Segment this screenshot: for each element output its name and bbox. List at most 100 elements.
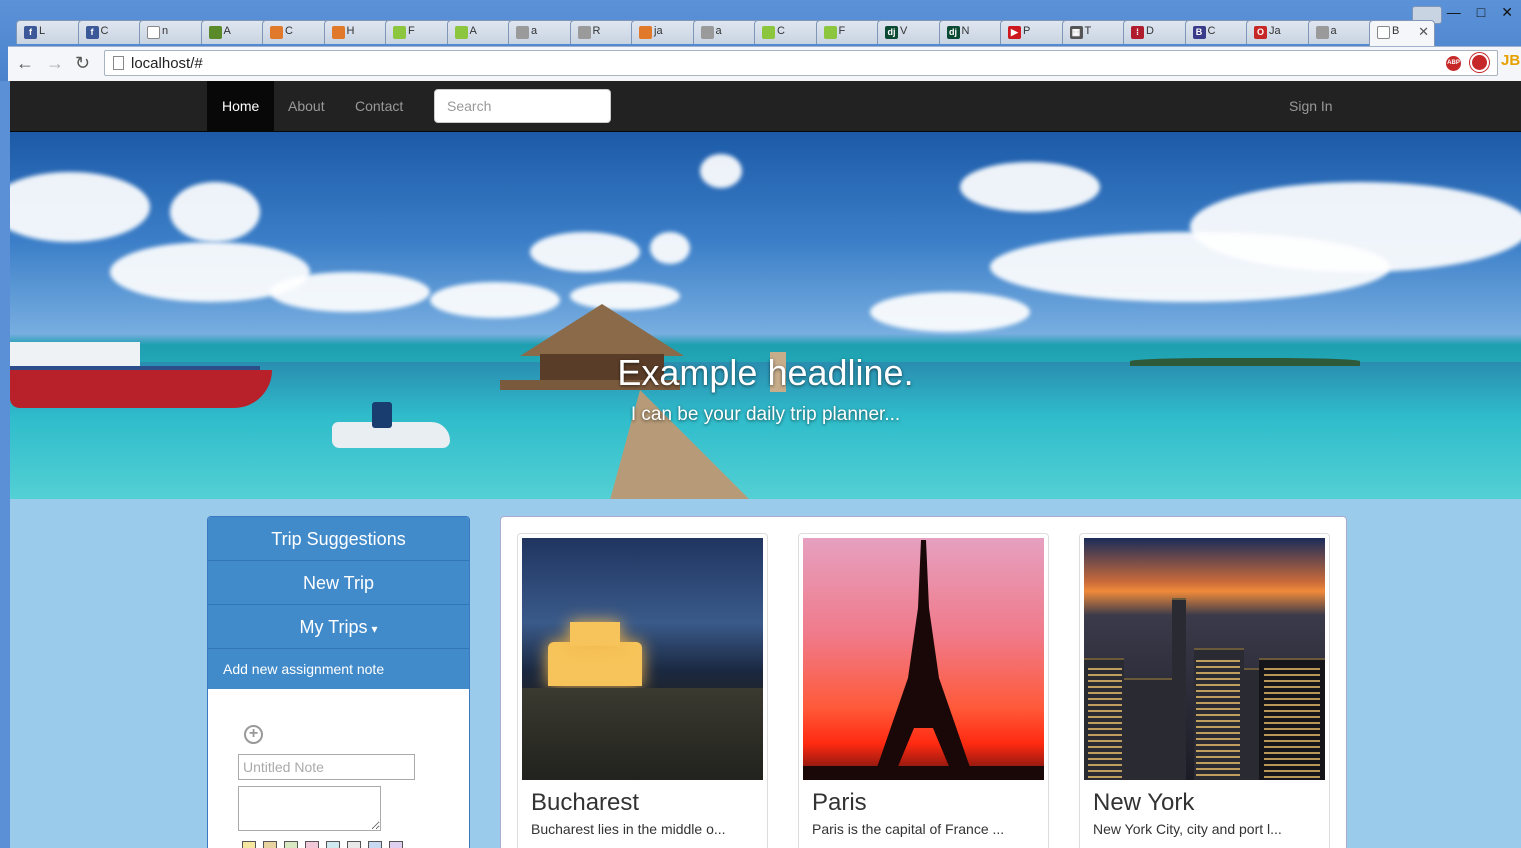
browser-tab[interactable]: O Ja xyxy=(1246,20,1316,44)
card-title[interactable]: New York xyxy=(1093,789,1194,817)
nav-about[interactable]: About xyxy=(273,81,340,131)
facebook-icon: f xyxy=(24,26,37,39)
paris-photo xyxy=(803,538,1044,780)
cloud-shape xyxy=(870,292,1030,332)
browser-tab[interactable]: B ✕ xyxy=(1369,20,1435,46)
color-swatch[interactable] xyxy=(242,841,256,848)
stackoverflow-icon xyxy=(516,26,529,39)
tab-label: ja xyxy=(654,25,663,37)
cloud-shape xyxy=(270,272,430,312)
card-description: Paris is the capital of France ... xyxy=(812,821,1005,837)
nav-contact[interactable]: Contact xyxy=(340,81,418,131)
tab-label: C xyxy=(285,25,293,37)
add-note-icon[interactable]: + xyxy=(244,725,263,744)
sidebar-item-trip-suggestions[interactable]: Trip Suggestions xyxy=(208,517,469,561)
tab-label: R xyxy=(592,25,601,37)
browser-tab[interactable]: dj V xyxy=(877,20,947,44)
stackoverflow-icon xyxy=(639,26,652,39)
close-window-button[interactable]: ✕ xyxy=(1501,4,1513,21)
tab-label: B xyxy=(1392,25,1400,37)
address-bar[interactable]: localhost/# ABP ☆ xyxy=(104,50,1498,76)
browser-tab[interactable]: F xyxy=(385,20,455,44)
browser-tab[interactable]: a xyxy=(1307,20,1378,44)
browser-tab[interactable]: n xyxy=(139,20,209,44)
sidebar-item-my-trips[interactable]: My Trips ▾ xyxy=(208,605,469,649)
browser-tab[interactable]: a xyxy=(508,20,578,44)
maximize-button[interactable]: □ xyxy=(1477,4,1485,21)
tab-label: a xyxy=(531,25,538,37)
browser-tab[interactable]: dj N xyxy=(938,20,1009,44)
browser-tab[interactable]: BC xyxy=(1184,20,1255,44)
page-icon xyxy=(147,26,160,39)
bootstrap-icon: B xyxy=(1192,26,1206,39)
stackoverflow-icon xyxy=(1315,26,1329,39)
color-swatch[interactable] xyxy=(326,841,340,848)
tab-label: A xyxy=(223,25,231,37)
reload-icon[interactable]: ↻ xyxy=(75,53,90,74)
tab-label: F xyxy=(408,25,415,37)
color-swatch[interactable] xyxy=(389,841,403,848)
youtube-icon: ▶ xyxy=(1008,26,1021,39)
tab-label: L xyxy=(39,25,46,37)
browser-tab[interactable]: C xyxy=(262,20,332,44)
browser-tab[interactable]: A xyxy=(446,20,517,44)
cloud-shape xyxy=(170,182,260,242)
browser-tab[interactable]: ▦ T xyxy=(1061,20,1132,44)
browser-chrome: f Lf Cn A C H F Aa Rja a C Fdj Vdj N ▶ P ▦ T ⁞ D B C O Ja a B ✕ — … xyxy=(0,0,1521,81)
tab-label: C xyxy=(1207,25,1216,37)
browser-tab[interactable]: fC xyxy=(77,20,148,44)
hero-tagline: I can be your daily trip planner... xyxy=(630,404,901,425)
color-swatch[interactable] xyxy=(284,841,298,848)
stackoverflow-icon xyxy=(577,26,591,39)
forward-arrow-icon[interactable]: → xyxy=(46,53,64,74)
hero-headline: Example headline. xyxy=(617,352,914,393)
url-text[interactable]: localhost/# xyxy=(131,55,203,72)
browser-tab[interactable]: ja xyxy=(631,20,701,44)
note-body-textarea[interactable] xyxy=(238,786,381,831)
card-title[interactable]: Paris xyxy=(812,789,867,817)
sign-in-link[interactable]: Sign In xyxy=(1274,81,1348,131)
browser-tab[interactable]: fL xyxy=(16,20,86,44)
browser-tab[interactable]: ▶ P xyxy=(1000,20,1070,44)
search-input[interactable] xyxy=(434,89,611,123)
tab-label: F xyxy=(838,25,846,37)
sidebar-item-label: New Trip xyxy=(302,573,374,593)
tab-label: D xyxy=(1146,25,1154,37)
android-icon xyxy=(762,26,775,39)
color-swatch[interactable] xyxy=(368,841,382,848)
android-icon xyxy=(393,26,406,39)
facebook-icon: f xyxy=(85,26,99,39)
note-title-input[interactable] xyxy=(238,754,415,780)
skyscraper-shape xyxy=(1124,678,1174,780)
tab-label: n xyxy=(162,25,169,37)
browser-tab[interactable]: R xyxy=(569,20,640,44)
extension-jb-icon[interactable]: JB xyxy=(1501,52,1520,69)
sidebar-item-new-trip[interactable]: New Trip xyxy=(208,561,469,605)
browser-tab[interactable]: C xyxy=(754,20,824,44)
color-swatch[interactable] xyxy=(263,841,277,848)
new-york-photo xyxy=(1084,538,1325,780)
browser-tab[interactable]: a xyxy=(692,20,763,44)
tab-label: H xyxy=(346,25,355,37)
sidebar-menu: Trip Suggestions New Trip My Trips ▾ Add … xyxy=(207,516,470,848)
note-editor: + xyxy=(208,689,469,848)
minimize-button[interactable]: — xyxy=(1447,4,1461,21)
browser-tab[interactable]: H xyxy=(323,20,394,44)
city-card-new-york[interactable]: New York New York City, city and port l.… xyxy=(1079,533,1330,848)
browser-tab[interactable]: F xyxy=(815,20,886,44)
color-swatch[interactable] xyxy=(305,841,319,848)
city-card-paris[interactable]: Paris Paris is the capital of France ... xyxy=(798,533,1049,848)
browser-tab[interactable]: A xyxy=(200,20,271,44)
nav-home[interactable]: Home xyxy=(207,81,275,131)
lit-windows xyxy=(1196,656,1240,776)
card-title[interactable]: Bucharest xyxy=(531,789,639,817)
adblock-icon[interactable]: ABP xyxy=(1446,56,1461,71)
browser-tab[interactable]: ⁞ D xyxy=(1123,20,1193,44)
tab-label: V xyxy=(900,25,908,37)
lit-windows xyxy=(1264,668,1320,778)
city-card-bucharest[interactable]: Bucharest Bucharest lies in the middle o… xyxy=(517,533,768,848)
close-tab-icon[interactable]: ✕ xyxy=(1418,24,1429,40)
extension-stop-icon[interactable] xyxy=(1470,53,1489,72)
back-arrow-icon[interactable]: ← xyxy=(16,53,34,74)
color-swatch[interactable] xyxy=(347,841,361,848)
